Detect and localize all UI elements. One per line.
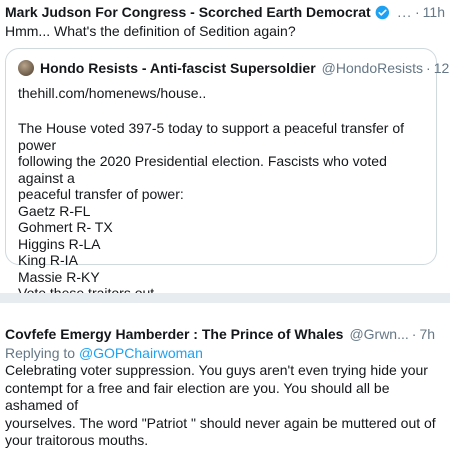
text-line: yourselves. The word "Patriot " should n… [5,414,436,431]
feed-divider [0,293,450,303]
replying-prefix: Replying to [5,345,79,361]
text-line: Celebrating voter suppression. You guys … [5,362,428,378]
tweet-header: Mark Judson For Congress - Scorched Eart… [5,0,445,22]
tweet-header: Covfefe Emergy Hamberder : The Prince of… [5,322,445,344]
quoted-author-name[interactable]: Hondo Resists - Anti-fascist Supersoldie… [40,60,316,76]
text-line: King R-IA [18,252,78,268]
quoted-tweet-card[interactable]: Hondo Resists - Anti-fascist Supersoldie… [5,48,450,301]
time-separator: · [411,326,417,342]
time-separator: · [415,4,420,20]
mention-link[interactable]: @GOPChairwoman [79,345,203,361]
author-name[interactable]: Mark Judson For Congress - Scorched Eart… [5,2,371,22]
text-line: Gaetz R-FL [18,202,91,219]
time-separator: · [426,60,431,76]
verified-badge-icon [375,5,389,19]
quoted-tweet-timestamp[interactable]: 12h [434,60,450,76]
tweet-text: Hmm... What's the definition of Sedition… [5,23,296,39]
replying-to: Replying to @GOPChairwoman [5,344,445,362]
text-line: Gohmert R- TX [18,219,113,235]
article-link[interactable]: thehill.com/homenews/house.. [18,84,424,102]
author-name[interactable]: Covfefe Emergy Hamberder : The Prince of… [5,324,343,344]
tweet-timestamp[interactable]: 7h [419,324,435,344]
text-line: your traitorous mouths. [5,432,149,448]
quoted-tweet-text: The House voted 397-5 today to support a… [18,120,424,302]
quoted-tweet-header: Hondo Resists - Anti-fascist Supersoldie… [18,58,450,78]
tweet-text: Celebrating voter suppression. You guys … [5,362,445,450]
text-line: contempt for a free and fair election ar… [5,379,390,414]
tweet-main[interactable]: Mark Judson For Congress - Scorched Eart… [5,0,445,40]
text-line: Massie R-KY [18,268,100,285]
avatar[interactable] [18,60,34,76]
text-line: The House voted 397-5 today to support a… [18,120,405,153]
tweet-timestamp[interactable]: 11h [423,2,445,22]
tweet-reply[interactable]: Covfefe Emergy Hamberder : The Prince of… [5,322,445,450]
more-options-icon[interactable]: ... [397,2,412,22]
text-line: Higgins R-LA [18,235,101,252]
author-handle[interactable]: @Grwn... [349,324,408,344]
text-line: following the 2020 Presidential election… [18,153,387,186]
quoted-author-handle[interactable]: @HondoResists [322,60,423,76]
text-line: peaceful transfer of power: [18,186,184,202]
